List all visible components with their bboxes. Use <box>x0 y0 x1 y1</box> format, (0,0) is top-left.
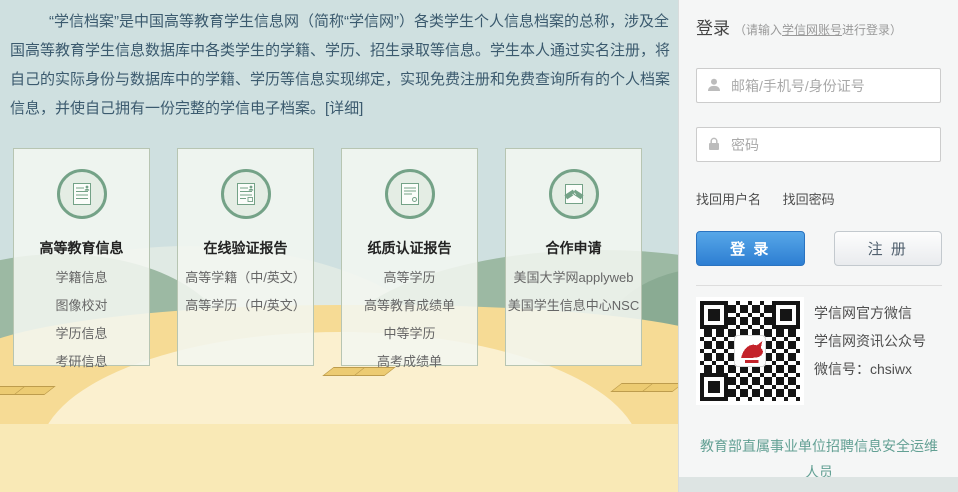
card-title: 高等教育信息 <box>14 238 149 258</box>
qr-center-logo <box>734 335 765 366</box>
panel-divider <box>696 285 942 286</box>
intro-illustration-area: “学信档案”是中国高等教育学生信息网（简称“学信网”）各类学生个人信息档案的总称… <box>0 0 678 492</box>
password-field-wrap <box>696 127 941 162</box>
handshake-icon <box>549 169 599 219</box>
link-cert-gaokao[interactable]: 高考成绩单 <box>342 348 477 376</box>
wechat-line: 学信网资讯公众号 <box>814 327 926 355</box>
panel-bottom-strip <box>679 477 958 492</box>
link-cert-xueli[interactable]: 高等学历 <box>342 264 477 292</box>
card-title: 纸质认证报告 <box>342 238 477 258</box>
card-title: 在线验证报告 <box>178 238 313 258</box>
card-paper-certification: 纸质认证报告 高等学历 高等教育成绩单 中等学历 高考成绩单 <box>341 148 478 366</box>
login-title: 登录 <box>696 19 730 38</box>
link-verify-xueji[interactable]: 高等学籍（中/英文） <box>178 264 313 292</box>
find-password-link[interactable]: 找回密码 <box>783 192 835 207</box>
card-links: 学籍信息 图像校对 学历信息 考研信息 <box>14 264 149 376</box>
document-person-icon <box>57 169 107 219</box>
wechat-line: 微信号：chsiwx <box>814 355 926 383</box>
link-nsc[interactable]: 美国学生信息中心NSC <box>506 292 641 320</box>
document-seal-icon <box>385 169 435 219</box>
intro-paragraph: “学信档案”是中国高等教育学生信息网（简称“学信网”）各类学生个人信息档案的总称… <box>10 7 670 123</box>
username-field-wrap <box>696 68 941 103</box>
username-input[interactable] <box>696 68 941 103</box>
login-buttons: 登 录 注 册 <box>696 231 942 266</box>
user-icon <box>706 77 722 93</box>
link-kaoyan-info[interactable]: 考研信息 <box>14 348 149 376</box>
link-applyweb[interactable]: 美国大学网applyweb <box>506 264 641 292</box>
card-title: 合作申请 <box>506 238 641 258</box>
login-button[interactable]: 登 录 <box>696 231 805 266</box>
link-photo-check[interactable]: 图像校对 <box>14 292 149 320</box>
login-panel: 登录 （请输入学信网账号进行登录） 找回用户名 找回密码 登 录 注 册 <box>678 0 958 492</box>
wechat-caption: 学信网官方微信 学信网资讯公众号 微信号：chsiwx <box>814 299 926 405</box>
register-button[interactable]: 注 册 <box>834 231 943 266</box>
login-header: 登录 （请输入学信网账号进行登录） <box>696 14 942 39</box>
sand-light-band <box>0 424 678 492</box>
card-higher-education-info: 高等教育信息 学籍信息 图像校对 学历信息 考研信息 <box>13 148 150 366</box>
chsi-homepage: “学信档案”是中国高等教育学生信息网（简称“学信网”）各类学生个人信息档案的总称… <box>0 0 958 492</box>
card-links: 高等学籍（中/英文） 高等学历（中/英文） <box>178 264 313 320</box>
detail-link[interactable]: [详细] <box>325 100 363 117</box>
wechat-line: 学信网官方微信 <box>814 299 926 327</box>
lock-icon <box>706 136 722 152</box>
link-xueli-info[interactable]: 学历信息 <box>14 320 149 348</box>
login-subtitle: （请输入学信网账号进行登录） <box>734 23 902 37</box>
card-links: 美国大学网applyweb 美国学生信息中心NSC <box>506 264 641 320</box>
find-username-link[interactable]: 找回用户名 <box>696 192 761 207</box>
link-cert-transcript[interactable]: 高等教育成绩单 <box>342 292 477 320</box>
wood-plank-shape <box>610 383 678 392</box>
link-cert-secondary[interactable]: 中等学历 <box>342 320 477 348</box>
card-links: 高等学历 高等教育成绩单 中等学历 高考成绩单 <box>342 264 477 376</box>
link-verify-xueli[interactable]: 高等学历（中/英文） <box>178 292 313 320</box>
card-online-verification: 在线验证报告 高等学籍（中/英文） 高等学历（中/英文） <box>177 148 314 366</box>
wechat-section: 学信网官方微信 学信网资讯公众号 微信号：chsiwx <box>696 297 942 405</box>
wechat-qr-code <box>696 297 804 405</box>
account-help-link[interactable]: 学信网账号 <box>782 23 842 37</box>
account-recovery-links: 找回用户名 找回密码 <box>696 189 942 208</box>
document-person-icon <box>221 169 271 219</box>
service-cards: 高等教育信息 学籍信息 图像校对 学历信息 考研信息 <box>13 148 642 366</box>
card-cooperation: 合作申请 美国大学网applyweb 美国学生信息中心NSC <box>505 148 642 366</box>
password-input[interactable] <box>696 127 941 162</box>
link-xueji-info[interactable]: 学籍信息 <box>14 264 149 292</box>
